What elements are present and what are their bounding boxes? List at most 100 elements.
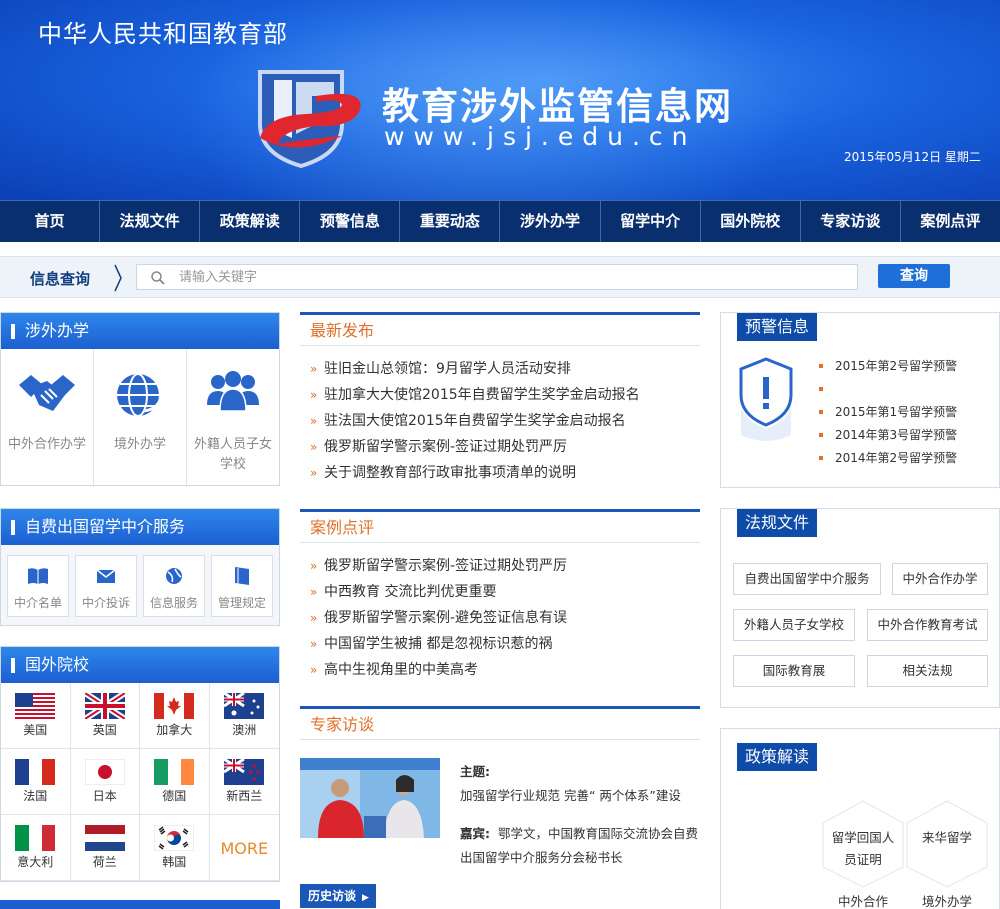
warning-item[interactable]: 2015年第1号留学预警 [819,401,957,424]
warning-shield-icon [739,357,793,441]
search-icon [151,271,165,285]
warning-panel: 预警信息 2015年第2号留学预警 2015年第1号留学预警 2014年第3号留… [720,312,1000,488]
warning-item[interactable]: 2014年第2号留学预警 [819,447,957,470]
tile-label: 中介投诉 [81,596,130,610]
warning-item[interactable] [819,378,957,401]
country-japan[interactable]: 日本 [70,749,140,815]
case-item[interactable]: 中西教育 交流比判优更重要 [300,579,700,605]
interview-panel: 专家访谈 主题: 加强留学行业规范 完善“ 两个体系”建设 嘉宾: 鄂学文，中国… [300,706,700,909]
flag-ireland-icon [154,759,195,785]
latest-item[interactable]: 驻法国大使馆2015年自费留学生奖学金启动报名 [300,408,700,434]
chevron-right-icon [114,264,122,292]
country-label: 澳洲 [232,723,257,737]
warning-item[interactable]: 2014年第3号留学预警 [819,424,957,447]
nav-home[interactable]: 首页 [0,201,101,242]
policy-item[interactable]: 境外办学 [911,891,983,909]
country-label: 美国 [23,723,48,737]
country-canada[interactable]: 加拿大 [140,683,210,749]
globe-icon [117,373,165,417]
country-usa[interactable]: 美国 [1,683,71,749]
case-item[interactable]: 中国留学生被捕 都是忽视标识惹的祸 [300,631,700,657]
tile-regulation[interactable]: 管理规定 [211,555,273,617]
latest-item[interactable]: 驻加拿大大使馆2015年自费留学生奖学金启动报名 [300,382,700,408]
country-netherlands[interactable]: 荷兰 [70,815,140,881]
case-item[interactable]: 俄罗斯留学警示案例-签证过期处罚严厉 [300,553,700,579]
country-france[interactable]: 法国 [1,749,71,815]
nav-foreign-univ[interactable]: 国外院校 [701,201,801,242]
law-sino-foreign[interactable]: 中外合作办学 [892,563,988,595]
tile-label: 外籍人员子女学校 [193,437,272,472]
policy-item[interactable]: 来华留学 [911,827,983,846]
nav-laws[interactable]: 法规文件 [100,201,201,242]
country-label: 新西兰 [226,789,263,803]
foreign-school-title[interactable]: 涉外办学 [1,313,279,349]
tile-agency-list[interactable]: 中介名单 [7,555,69,617]
guest-label: 嘉宾: [460,826,490,841]
cases-title[interactable]: 案例点评 [310,512,374,543]
flag-korea-icon [154,825,195,851]
nav-policy[interactable]: 政策解读 [200,201,301,242]
tile-sino-foreign[interactable]: 中外合作办学 [1,349,94,487]
tile-expat-children[interactable]: 外籍人员子女学校 [187,349,279,487]
policy-title[interactable]: 政策解读 [737,743,818,771]
agency-title[interactable]: 自费出国留学中介服务 [1,509,279,545]
laws-title[interactable]: 法规文件 [737,509,818,537]
tile-overseas[interactable]: 境外办学 [94,349,187,487]
warning-item[interactable]: 2015年第2号留学预警 [819,355,957,378]
people-icon [207,371,259,412]
country-germany[interactable]: 德国 [140,749,210,815]
foreign-univ-panel: 国外院校 美国 英国 加拿大 澳洲 法国 日本 德国 新西兰 意大利 荷兰 韩国… [0,646,280,882]
site-logo-icon[interactable] [256,68,368,168]
flag-japan-icon [84,759,125,785]
warning-title[interactable]: 预警信息 [737,313,818,341]
nav-news[interactable]: 重要动态 [400,201,501,242]
site-url: www.jsj.edu.cn [384,122,697,151]
current-date: 2015年05月12日 星期二 [844,150,981,164]
history-label: 历史访谈 [308,889,357,903]
search-input[interactable] [179,267,849,287]
law-expat-school[interactable]: 外籍人员子女学校 [733,609,855,641]
main-nav: 首页 法规文件 政策解读 预警信息 重要动态 涉外办学 留学中介 国外院校 专家… [0,200,1000,242]
law-related[interactable]: 相关法规 [867,655,988,687]
interview-photo[interactable] [300,758,440,838]
latest-item[interactable]: 驻旧金山总领馆：9月留学人员活动安排 [300,356,700,382]
nav-warning[interactable]: 预警信息 [300,201,401,242]
more-label: MORE [220,839,269,858]
search-button[interactable]: 查询 [878,264,950,288]
guest-line1: 鄂学文，中国教育国际交流协会自费 [498,826,699,841]
tile-info-service[interactable]: 信息服务 [143,555,205,617]
flag-usa-icon [15,693,56,719]
law-intl-fair[interactable]: 国际教育展 [733,655,855,687]
nav-cases[interactable]: 案例点评 [901,201,1000,242]
law-sino-foreign-exam[interactable]: 中外合作教育考试 [867,609,988,641]
country-australia[interactable]: 澳洲 [209,683,279,749]
nav-agency[interactable]: 留学中介 [601,201,701,242]
tile-label: 境外办学 [113,437,166,452]
tile-agency-complaint[interactable]: 中介投诉 [75,555,137,617]
ministry-name[interactable]: 中华人民共和国教育部 [38,14,288,49]
case-item[interactable]: 俄罗斯留学警示案例-避免签证信息有误 [300,605,700,631]
interview-topic[interactable]: 加强留学行业规范 完善“ 两个体系”建设 [460,784,681,808]
nav-foreign-school[interactable]: 涉外办学 [500,201,601,242]
policy-item[interactable]: 中外合作 [827,891,899,909]
country-uk[interactable]: 英国 [70,683,140,749]
interview-title[interactable]: 专家访谈 [310,709,374,740]
policy-item[interactable]: 留学回国人员证明 [827,827,899,871]
case-item[interactable]: 高中生视角里的中美高考 [300,657,700,683]
country-italy[interactable]: 意大利 [1,815,71,881]
law-agency-service[interactable]: 自费出国留学中介服务 [733,563,881,595]
country-korea[interactable]: 韩国 [140,815,210,881]
nav-interview[interactable]: 专家访谈 [801,201,901,242]
more-countries-link[interactable]: MORE [209,815,279,881]
tile-label: 中外合作办学 [7,437,86,452]
country-label: 荷兰 [92,855,117,869]
search-box [136,264,858,290]
country-label: 意大利 [17,855,54,869]
latest-item[interactable]: 俄罗斯留学警示案例-签证过期处罚严厉 [300,434,700,460]
latest-item[interactable]: 关于调整教育部行政审批事项清单的说明 [300,460,700,486]
book-icon [28,568,48,584]
latest-title[interactable]: 最新发布 [310,315,374,346]
history-interview-button[interactable]: 历史访谈 ▶ [300,884,376,908]
foreign-univ-title[interactable]: 国外院校 [1,647,279,683]
country-new-zealand[interactable]: 新西兰 [209,749,279,815]
